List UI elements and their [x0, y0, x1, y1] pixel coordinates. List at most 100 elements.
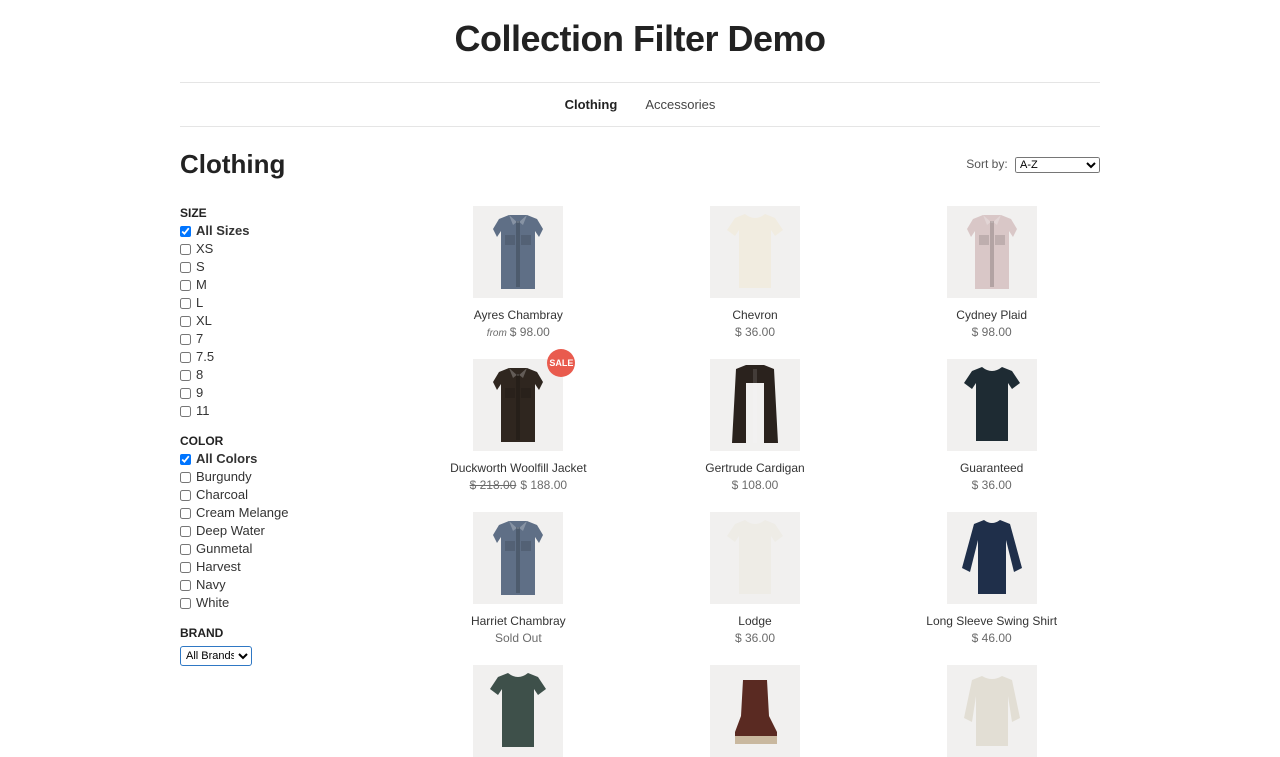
nav-tab-clothing[interactable]: Clothing: [565, 97, 618, 112]
product-price: $ 98.00: [883, 325, 1100, 339]
product-image[interactable]: [947, 206, 1037, 298]
filter-option-color-1[interactable]: Burgundy: [180, 468, 360, 486]
filter-option-label: Navy: [196, 576, 226, 594]
product-image[interactable]: [473, 665, 563, 757]
product-image[interactable]: SALE: [473, 359, 563, 451]
product-name: Gertrude Cardigan: [647, 461, 864, 476]
checkbox[interactable]: [180, 454, 191, 465]
filter-option-label: 7.5: [196, 348, 214, 366]
filter-option-label: 9: [196, 384, 203, 402]
filter-option-label: All Colors: [196, 450, 257, 468]
product-card[interactable]: [883, 665, 1100, 757]
checkbox[interactable]: [180, 388, 191, 399]
product-card[interactable]: Chevron$ 36.00: [647, 206, 864, 339]
filter-option-size-1[interactable]: XS: [180, 240, 360, 258]
checkbox[interactable]: [180, 562, 191, 573]
product-card[interactable]: Guaranteed$ 36.00: [883, 359, 1100, 492]
checkbox[interactable]: [180, 406, 191, 417]
checkbox[interactable]: [180, 280, 191, 291]
product-image[interactable]: [473, 206, 563, 298]
product-price: $ 108.00: [647, 478, 864, 492]
product-price: Sold Out: [410, 631, 627, 645]
filter-option-label: Gunmetal: [196, 540, 252, 558]
product-card[interactable]: Long Sleeve Swing Shirt$ 46.00: [883, 512, 1100, 645]
product-card[interactable]: [647, 665, 864, 757]
filter-option-size-4[interactable]: L: [180, 294, 360, 312]
filter-option-label: Harvest: [196, 558, 241, 576]
filter-option-label: White: [196, 594, 229, 612]
checkbox[interactable]: [180, 226, 191, 237]
sale-badge: SALE: [547, 349, 575, 377]
filter-size: SIZE All SizesXSSMLXL77.58911: [180, 206, 360, 420]
checkbox[interactable]: [180, 298, 191, 309]
filter-option-size-10[interactable]: 11: [180, 402, 360, 420]
product-card[interactable]: SALEDuckworth Woolfill Jacket$ 218.00$ 1…: [410, 359, 627, 492]
sort-by: Sort by: A-Z: [966, 157, 1100, 173]
filter-option-size-7[interactable]: 7.5: [180, 348, 360, 366]
filter-option-color-5[interactable]: Gunmetal: [180, 540, 360, 558]
product-card[interactable]: Gertrude Cardigan $ 108.00: [647, 359, 864, 492]
filter-option-color-3[interactable]: Cream Melange: [180, 504, 360, 522]
filter-option-color-8[interactable]: White: [180, 594, 360, 612]
product-name: Harriet Chambray: [410, 614, 627, 629]
filter-option-label: M: [196, 276, 207, 294]
checkbox[interactable]: [180, 262, 191, 273]
checkbox[interactable]: [180, 244, 191, 255]
checkbox[interactable]: [180, 598, 191, 609]
filter-option-color-2[interactable]: Charcoal: [180, 486, 360, 504]
sort-select[interactable]: A-Z: [1015, 157, 1100, 173]
checkbox[interactable]: [180, 370, 191, 381]
filter-option-size-3[interactable]: M: [180, 276, 360, 294]
filter-option-color-6[interactable]: Harvest: [180, 558, 360, 576]
filter-option-label: 7: [196, 330, 203, 348]
filter-option-size-8[interactable]: 8: [180, 366, 360, 384]
product-price: from$ 98.00: [410, 325, 627, 339]
product-image[interactable]: [710, 665, 800, 757]
product-image[interactable]: [710, 206, 800, 298]
product-card[interactable]: Lodge$ 36.00: [647, 512, 864, 645]
product-image[interactable]: [710, 359, 800, 451]
filter-option-size-9[interactable]: 9: [180, 384, 360, 402]
product-name: Duckworth Woolfill Jacket: [410, 461, 627, 476]
filter-heading-size: SIZE: [180, 206, 360, 220]
collection-title: Clothing: [180, 149, 285, 180]
filter-option-color-4[interactable]: Deep Water: [180, 522, 360, 540]
product-image[interactable]: [947, 665, 1037, 757]
filter-option-size-0[interactable]: All Sizes: [180, 222, 360, 240]
product-card[interactable]: Harriet Chambray Sold Out: [410, 512, 627, 645]
filter-option-label: S: [196, 258, 205, 276]
checkbox[interactable]: [180, 544, 191, 555]
filter-sidebar: SIZE All SizesXSSMLXL77.58911 COLOR All …: [180, 206, 380, 680]
product-image[interactable]: [473, 512, 563, 604]
product-image[interactable]: [710, 512, 800, 604]
checkbox[interactable]: [180, 352, 191, 363]
checkbox[interactable]: [180, 490, 191, 501]
filter-option-label: L: [196, 294, 203, 312]
product-image[interactable]: [947, 512, 1037, 604]
filter-color: COLOR All ColorsBurgundyCharcoalCream Me…: [180, 434, 360, 612]
product-image[interactable]: [947, 359, 1037, 451]
filter-option-color-0[interactable]: All Colors: [180, 450, 360, 468]
checkbox[interactable]: [180, 334, 191, 345]
checkbox[interactable]: [180, 472, 191, 483]
filter-option-color-7[interactable]: Navy: [180, 576, 360, 594]
filter-option-label: Cream Melange: [196, 504, 289, 522]
nav-tab-accessories[interactable]: Accessories: [645, 97, 715, 112]
filter-option-size-6[interactable]: 7: [180, 330, 360, 348]
checkbox[interactable]: [180, 526, 191, 537]
filter-option-size-5[interactable]: XL: [180, 312, 360, 330]
product-price: $ 36.00: [647, 631, 864, 645]
product-name: Ayres Chambray: [410, 308, 627, 323]
filter-option-label: Charcoal: [196, 486, 248, 504]
checkbox[interactable]: [180, 316, 191, 327]
product-price: $ 46.00: [883, 631, 1100, 645]
product-card[interactable]: Ayres Chambray from$ 98.00: [410, 206, 627, 339]
filter-option-label: 11: [196, 402, 210, 420]
brand-select[interactable]: All Brands: [180, 646, 252, 666]
checkbox[interactable]: [180, 508, 191, 519]
product-card[interactable]: [410, 665, 627, 757]
product-card[interactable]: Cydney Plaid$ 98.00: [883, 206, 1100, 339]
product-grid: Ayres Chambray from$ 98.00 Chevron$ 36.00…: [380, 206, 1100, 757]
checkbox[interactable]: [180, 580, 191, 591]
filter-option-size-2[interactable]: S: [180, 258, 360, 276]
